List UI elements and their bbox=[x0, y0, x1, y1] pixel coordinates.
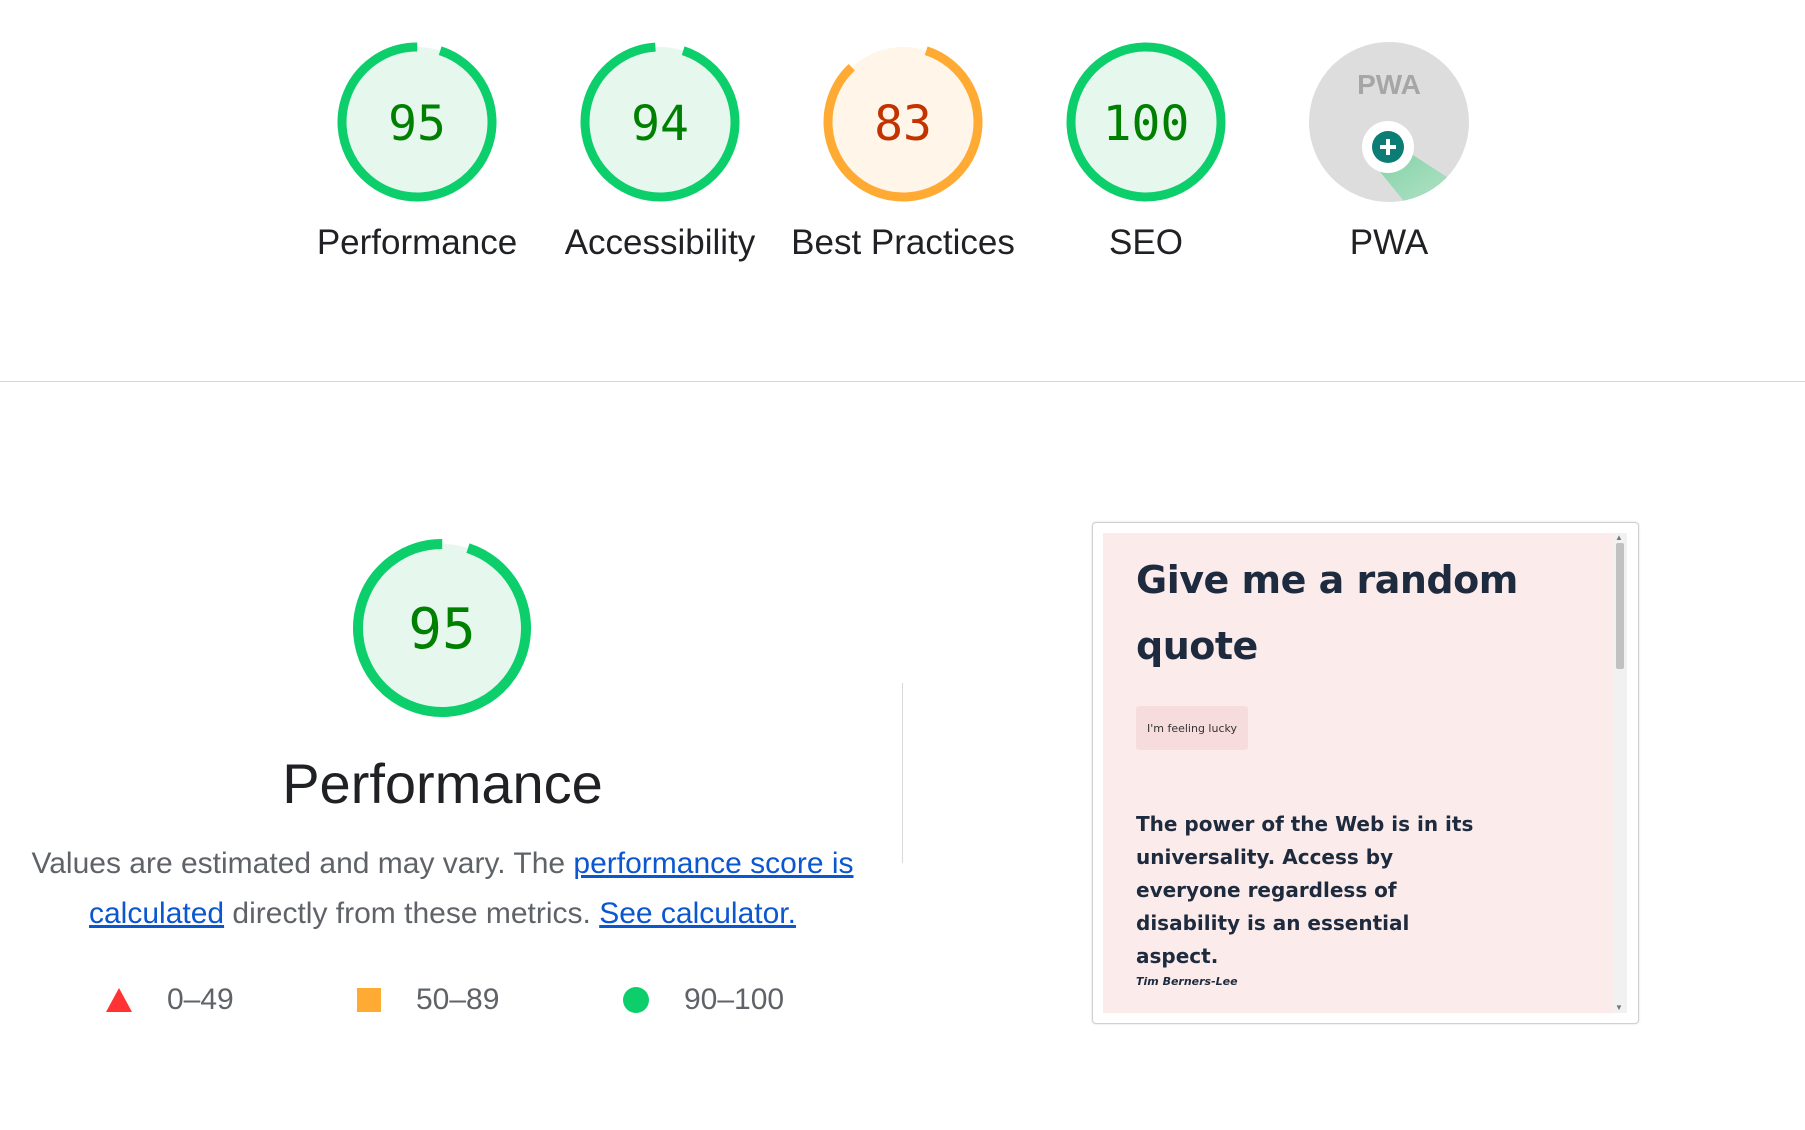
scroll-down-icon: ▼ bbox=[1615, 1003, 1623, 1012]
performance-gauge-ring: 95 bbox=[353, 539, 531, 717]
gauge-accessibility-ring: 94 bbox=[580, 42, 740, 202]
performance-score: 95 bbox=[408, 597, 475, 662]
screenshot-scrollbar: ▲ ▼ bbox=[1613, 533, 1627, 1013]
gauge-best-practices[interactable]: 83 Best Practices bbox=[788, 40, 1018, 268]
legend-fail-range: 0–49 bbox=[167, 983, 234, 1016]
scroll-thumb bbox=[1616, 543, 1624, 669]
gauge-pwa[interactable]: PWA PWA bbox=[1274, 40, 1504, 268]
gauge-seo-ring: 100 bbox=[1066, 42, 1226, 202]
score-legend: 0–49 50–89 90–100 bbox=[0, 983, 885, 1027]
gauge-seo[interactable]: 100 SEO bbox=[1031, 40, 1261, 268]
screenshot-quote: The power of the Web is in its universal… bbox=[1136, 812, 1474, 968]
performance-description: Values are estimated and may vary. The p… bbox=[30, 839, 855, 939]
see-calculator-link[interactable]: See calculator. bbox=[599, 897, 796, 930]
gauge-pwa-label: PWA bbox=[1349, 223, 1429, 262]
performance-gauge: 95 bbox=[351, 537, 533, 724]
legend-pass-range: 90–100 bbox=[684, 983, 785, 1016]
screenshot-heading: Give me a random quote bbox=[1136, 558, 1518, 668]
gauge-best-practices-label: Best Practices bbox=[791, 223, 1015, 262]
gauge-performance-score: 95 bbox=[388, 96, 446, 152]
gauge-performance-label: Performance bbox=[316, 223, 518, 262]
pwa-badge-icon: PWA bbox=[1309, 42, 1469, 202]
description-text-2: directly from these metrics. bbox=[224, 897, 600, 930]
section-divider bbox=[0, 381, 1805, 382]
legend-fail: 0–49 bbox=[106, 983, 234, 1017]
gauge-accessibility[interactable]: 94 Accessibility bbox=[545, 40, 775, 268]
legend-average-range: 50–89 bbox=[416, 983, 500, 1016]
gauge-accessibility-score: 94 bbox=[631, 96, 689, 152]
gauge-performance[interactable]: 95 Performance bbox=[302, 40, 532, 268]
gauge-accessibility-label: Accessibility bbox=[564, 223, 756, 262]
triangle-icon bbox=[106, 988, 132, 1012]
gauge-seo-score: 100 bbox=[1103, 96, 1190, 152]
feeling-lucky-button: I'm feeling lucky bbox=[1136, 706, 1248, 750]
square-icon bbox=[357, 988, 381, 1012]
gauge-performance-ring: 95 bbox=[337, 42, 497, 202]
gauge-best-practices-score: 83 bbox=[874, 96, 932, 152]
final-screenshot: Give me a random quote I'm feeling lucky… bbox=[1092, 522, 1639, 1024]
legend-pass: 90–100 bbox=[623, 983, 784, 1017]
screenshot-author: Tim Berners-Lee bbox=[1136, 975, 1238, 988]
scroll-up-icon: ▲ bbox=[1615, 533, 1623, 542]
gauge-seo-label: SEO bbox=[1109, 223, 1183, 262]
vertical-divider bbox=[902, 683, 903, 863]
legend-average: 50–89 bbox=[357, 983, 499, 1017]
final-screenshot-content: Give me a random quote I'm feeling lucky… bbox=[1103, 533, 1627, 1013]
gauge-best-practices-ring: 83 bbox=[823, 42, 983, 202]
performance-title: Performance bbox=[282, 752, 603, 815]
category-gauges: 95 Performance 94 Accessibility 83 Best … bbox=[0, 0, 1805, 383]
description-text-1: Values are estimated and may vary. The bbox=[31, 847, 574, 880]
pwa-badge-text: PWA bbox=[1357, 69, 1421, 100]
circle-icon bbox=[623, 987, 649, 1013]
